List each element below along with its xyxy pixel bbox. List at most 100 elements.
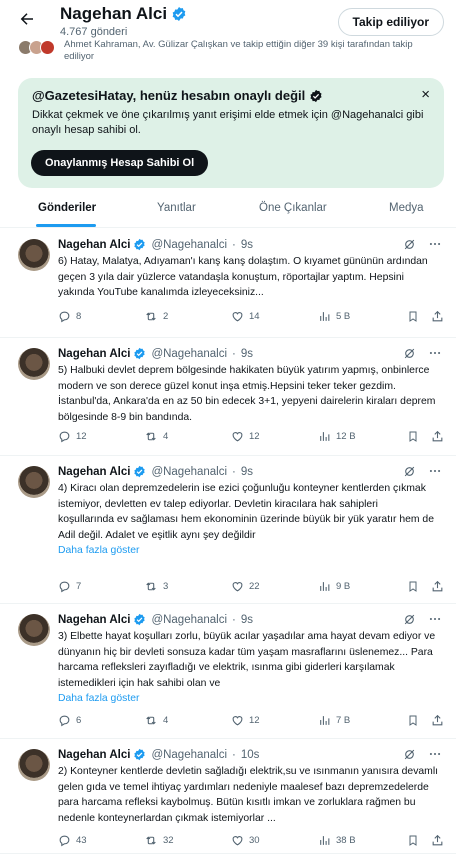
like-button[interactable]: 14 [231, 308, 260, 324]
followers-you-know[interactable]: Ahmet Kahraman, Av. Gülizar Çalışkan ve … [64, 39, 444, 63]
show-more-link[interactable]: Daha fazla göster [58, 691, 442, 707]
like-icon [231, 430, 244, 443]
view-count: 7 B [336, 714, 351, 726]
tweet-text-block: 3) Elbette hayat koşulları zorlu, büyük … [58, 629, 442, 707]
share-button[interactable] [431, 712, 444, 728]
more-icon[interactable] [428, 747, 442, 761]
bookmark-button[interactable] [407, 578, 419, 594]
like-button[interactable]: 30 [231, 832, 260, 848]
banner-text: Dikkat çekmek ve öne çıkarılmış yanıt er… [32, 109, 424, 136]
share-icon [431, 834, 444, 847]
timestamp[interactable]: 9s [241, 466, 253, 478]
tweet-top-actions [403, 612, 442, 626]
grok-icon[interactable] [403, 748, 416, 761]
author-name[interactable]: Nagehan Alci [58, 466, 130, 478]
tweet[interactable]: Nagehan Alci @Nagehanalci · 9s 6) Hatay, Mal… [0, 229, 456, 338]
repost-button[interactable]: 2 [144, 308, 168, 324]
author-handle[interactable]: @Nagehanalci [151, 466, 227, 478]
views-icon [318, 430, 331, 443]
views-icon [318, 714, 331, 727]
show-more-link[interactable]: Daha fazla göster [58, 543, 442, 559]
reply-icon [58, 310, 71, 323]
more-icon[interactable] [428, 346, 442, 360]
tab-posts[interactable]: Gönderiler [38, 202, 96, 214]
like-icon [231, 310, 244, 323]
profile-tabs: Gönderiler Yanıtlar Öne Çıkanlar Medya [0, 190, 456, 228]
like-count: 12 [249, 430, 260, 442]
tweet[interactable]: Nagehan Alci @Nagehanalci · 9s 4) Kiracı ola… [0, 456, 456, 604]
tweet-text-block: 5) Halbuki devlet deprem bölgesinde haki… [58, 363, 442, 425]
views-button[interactable]: 9 B [318, 578, 350, 594]
back-button[interactable] [14, 6, 40, 32]
repost-button[interactable]: 3 [144, 578, 168, 594]
repost-button[interactable]: 4 [144, 428, 168, 444]
timestamp[interactable]: 9s [241, 348, 253, 360]
avatar[interactable] [18, 348, 50, 380]
bookmark-button[interactable] [407, 712, 419, 728]
author-name[interactable]: Nagehan Alci [58, 614, 130, 626]
view-count: 9 B [336, 580, 351, 592]
tab-highlights[interactable]: Öne Çıkanlar [259, 202, 327, 214]
tweet[interactable]: Nagehan Alci @Nagehanalci · 9s 3) Elbette ha… [0, 604, 456, 739]
verified-badge-icon [310, 89, 322, 102]
share-button[interactable] [431, 308, 444, 324]
author-handle[interactable]: @Nagehanalci [151, 749, 227, 761]
timestamp[interactable]: 9s [241, 614, 253, 626]
grok-icon[interactable] [403, 465, 416, 478]
views-icon [318, 834, 331, 847]
reply-count: 6 [76, 714, 82, 726]
author-handle[interactable]: @Nagehanalci [151, 348, 227, 360]
views-button[interactable]: 12 B [318, 428, 356, 444]
reply-button[interactable]: 43 [58, 832, 87, 848]
author-name[interactable]: Nagehan Alci [58, 749, 130, 761]
timestamp[interactable]: 9s [241, 239, 253, 251]
like-count: 30 [249, 834, 260, 846]
get-verified-button[interactable]: Onaylanmış Hesap Sahibi Ol [31, 150, 209, 176]
reply-button[interactable]: 12 [58, 428, 87, 444]
separator: · [232, 238, 236, 251]
repost-icon [144, 580, 158, 593]
tweet[interactable]: Nagehan Alci @Nagehanalci · 10s 2) Konteyner… [0, 739, 456, 854]
separator: · [232, 613, 236, 626]
author-name[interactable]: Nagehan Alci [58, 239, 130, 251]
bookmark-button[interactable] [407, 832, 419, 848]
timestamp[interactable]: 10s [241, 749, 260, 761]
like-button[interactable]: 12 [231, 712, 260, 728]
grok-icon[interactable] [403, 347, 416, 360]
author-name[interactable]: Nagehan Alci [58, 348, 130, 360]
views-button[interactable]: 5 B [318, 308, 350, 324]
author-handle[interactable]: @Nagehanalci [151, 614, 227, 626]
reply-icon [58, 714, 71, 727]
reply-button[interactable]: 7 [58, 578, 81, 594]
tweet-text: 2) Konteyner kentlerde devletin sağladığ… [58, 766, 439, 824]
reply-button[interactable]: 8 [58, 308, 81, 324]
repost-button[interactable]: 4 [144, 712, 168, 728]
reply-icon [58, 834, 71, 847]
tab-replies[interactable]: Yanıtlar [157, 202, 196, 214]
like-button[interactable]: 12 [231, 428, 260, 444]
avatar[interactable] [18, 239, 50, 271]
tab-media[interactable]: Medya [389, 202, 424, 214]
like-button[interactable]: 22 [231, 578, 260, 594]
tweet[interactable]: Nagehan Alci @Nagehanalci · 9s 5) Halbuki de… [0, 338, 456, 456]
following-button[interactable]: Takip ediliyor [337, 8, 444, 36]
views-button[interactable]: 38 B [318, 832, 356, 848]
more-icon[interactable] [428, 612, 442, 626]
share-button[interactable] [431, 428, 444, 444]
more-icon[interactable] [428, 464, 442, 478]
avatar[interactable] [18, 614, 50, 646]
grok-icon[interactable] [403, 238, 416, 251]
repost-button[interactable]: 32 [144, 832, 174, 848]
avatar[interactable] [18, 466, 50, 498]
close-icon[interactable]: × [421, 86, 430, 103]
bookmark-button[interactable] [407, 308, 419, 324]
more-icon[interactable] [428, 237, 442, 251]
share-button[interactable] [431, 832, 444, 848]
share-button[interactable] [431, 578, 444, 594]
bookmark-button[interactable] [407, 428, 419, 444]
avatar[interactable] [18, 749, 50, 781]
author-handle[interactable]: @Nagehanalci [151, 239, 227, 251]
views-button[interactable]: 7 B [318, 712, 350, 728]
grok-icon[interactable] [403, 613, 416, 626]
reply-button[interactable]: 6 [58, 712, 81, 728]
